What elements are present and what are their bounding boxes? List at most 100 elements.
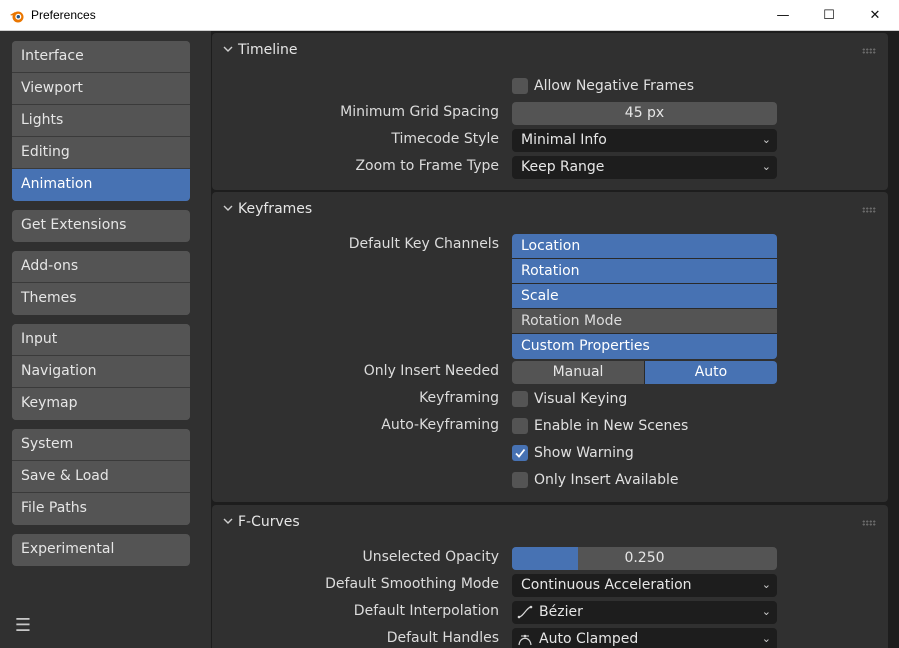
dropdown-value: Continuous Acceleration xyxy=(521,577,692,593)
sidebar-item-interface[interactable]: Interface xyxy=(12,41,190,73)
sidebar: Interface Viewport Lights Editing Animat… xyxy=(0,31,211,648)
chevron-down-icon: ⌄ xyxy=(761,605,771,618)
field-label: Only Insert Needed xyxy=(363,363,499,379)
sidebar-item-navigation[interactable]: Navigation xyxy=(12,356,190,388)
timecode-style-dropdown[interactable]: Minimal Info ⌄ xyxy=(512,129,777,152)
timeline-panel: Timeline Allow Negative Frames Minimum G… xyxy=(212,33,888,190)
channel-custom-properties-toggle[interactable]: Custom Properties xyxy=(512,334,777,359)
field-label: Default Interpolation xyxy=(353,603,499,619)
auto-clamped-handle-icon xyxy=(518,634,532,646)
field-label: Zoom to Frame Type xyxy=(355,158,499,174)
only-insert-available-checkbox[interactable]: Only Insert Available xyxy=(512,470,679,490)
dropdown-value: Auto Clamped xyxy=(539,631,639,647)
field-label: Unselected Opacity xyxy=(362,549,499,565)
channel-rotation-mode-toggle[interactable]: Rotation Mode xyxy=(512,309,777,334)
panel-title: Timeline xyxy=(238,42,298,58)
min-grid-spacing-field[interactable]: 45 px xyxy=(512,102,777,125)
bezier-interpolation-icon xyxy=(517,605,533,619)
blender-logo-icon xyxy=(10,11,24,23)
default-handles-dropdown[interactable]: Auto Clamped ⌄ xyxy=(512,628,777,648)
zoom-to-frame-type-dropdown[interactable]: Keep Range ⌄ xyxy=(512,156,777,179)
title-bar: Preferences — ☐ ✕ xyxy=(0,0,899,31)
field-label: Default Smoothing Mode xyxy=(325,576,499,592)
field-label: Minimum Grid Spacing xyxy=(340,104,499,120)
channel-location-toggle[interactable]: Location xyxy=(512,234,777,259)
sidebar-item-file-paths[interactable]: File Paths xyxy=(12,493,190,525)
sidebar-item-experimental[interactable]: Experimental xyxy=(12,534,190,566)
sidebar-item-animation[interactable]: Animation xyxy=(12,169,190,201)
dropdown-value: Keep Range xyxy=(521,159,605,175)
hamburger-icon[interactable]: ☰ xyxy=(11,613,35,637)
field-label: Auto-Keyframing xyxy=(381,417,499,433)
sidebar-item-add-ons[interactable]: Add-ons xyxy=(12,251,190,283)
fcurves-panel: F-Curves Unselected Opacity 0.250 Defaul… xyxy=(212,505,888,648)
chevron-down-icon xyxy=(223,205,233,211)
show-warning-checkbox[interactable]: Show Warning xyxy=(512,443,634,463)
maximize-button[interactable]: ☐ xyxy=(806,0,852,31)
nav-group-experimental: Experimental xyxy=(12,534,190,566)
drag-grip-icon[interactable] xyxy=(862,520,876,526)
dropdown-value: Bézier xyxy=(539,604,583,620)
checkmark-icon xyxy=(515,448,526,458)
nav-group-general: Interface Viewport Lights Editing Animat… xyxy=(12,41,190,201)
nav-group-addons: Add-ons Themes xyxy=(12,251,190,315)
sidebar-item-viewport[interactable]: Viewport xyxy=(12,73,190,105)
nav-group-input: Input Navigation Keymap xyxy=(12,324,190,420)
allow-negative-frames-checkbox[interactable]: Allow Negative Frames xyxy=(512,76,694,96)
visual-keying-checkbox[interactable]: Visual Keying xyxy=(512,389,627,409)
dropdown-value: Minimal Info xyxy=(521,132,607,148)
panel-title: F-Curves xyxy=(238,514,300,530)
drag-grip-icon[interactable] xyxy=(862,48,876,54)
keyframes-panel-header[interactable]: Keyframes xyxy=(212,192,888,226)
checkbox-box[interactable] xyxy=(512,472,528,488)
chevron-down-icon xyxy=(223,518,233,524)
nav-group-system: System Save & Load File Paths xyxy=(12,429,190,525)
channel-scale-toggle[interactable]: Scale xyxy=(512,284,777,309)
sidebar-item-system[interactable]: System xyxy=(12,429,190,461)
unselected-opacity-slider[interactable]: 0.250 xyxy=(512,547,777,570)
sidebar-item-keymap[interactable]: Keymap xyxy=(12,388,190,420)
chevron-down-icon xyxy=(223,46,233,52)
field-label: Keyframing xyxy=(419,390,499,406)
fcurves-panel-header[interactable]: F-Curves xyxy=(212,505,888,539)
checkbox-label: Visual Keying xyxy=(534,391,628,407)
nav-group-extensions: Get Extensions xyxy=(12,210,190,242)
sidebar-item-lights[interactable]: Lights xyxy=(12,105,190,137)
chevron-down-icon: ⌄ xyxy=(761,160,771,173)
default-smoothing-mode-dropdown[interactable]: Continuous Acceleration ⌄ xyxy=(512,574,777,597)
drag-grip-icon[interactable] xyxy=(862,207,876,213)
only-insert-needed-toggle: Manual Auto xyxy=(512,361,777,384)
minimize-button[interactable]: — xyxy=(760,0,806,31)
panel-title: Keyframes xyxy=(238,201,313,217)
field-label: Timecode Style xyxy=(391,131,499,147)
sidebar-item-input[interactable]: Input xyxy=(12,324,190,356)
keyframes-panel: Keyframes Default Key Channels Location … xyxy=(212,192,888,502)
auto-option[interactable]: Auto xyxy=(644,361,777,384)
checkbox-label: Allow Negative Frames xyxy=(534,78,695,94)
chevron-down-icon: ⌄ xyxy=(761,632,771,645)
chevron-down-icon: ⌄ xyxy=(761,133,771,146)
channel-rotation-toggle[interactable]: Rotation xyxy=(512,259,777,284)
chevron-down-icon: ⌄ xyxy=(761,578,771,591)
sidebar-item-save-load[interactable]: Save & Load xyxy=(12,461,190,493)
sidebar-item-get-extensions[interactable]: Get Extensions xyxy=(12,210,190,242)
timeline-panel-header[interactable]: Timeline xyxy=(212,33,888,67)
sidebar-item-themes[interactable]: Themes xyxy=(12,283,190,315)
checkbox-box[interactable] xyxy=(512,445,528,461)
checkbox-label: Only Insert Available xyxy=(534,472,679,488)
checkbox-label: Enable in New Scenes xyxy=(534,418,689,434)
slider-value: 0.250 xyxy=(624,550,665,566)
enable-in-new-scenes-checkbox[interactable]: Enable in New Scenes xyxy=(512,416,688,436)
field-label: Default Handles xyxy=(386,630,499,646)
sidebar-item-editing[interactable]: Editing xyxy=(12,137,190,169)
checkbox-box[interactable] xyxy=(512,391,528,407)
default-interpolation-dropdown[interactable]: Bézier ⌄ xyxy=(512,601,777,624)
close-button[interactable]: ✕ xyxy=(852,0,898,31)
checkbox-label: Show Warning xyxy=(534,445,634,461)
manual-option[interactable]: Manual xyxy=(512,361,644,384)
checkbox-box[interactable] xyxy=(512,418,528,434)
preferences-main: Timeline Allow Negative Frames Minimum G… xyxy=(211,31,899,648)
field-label: Default Key Channels xyxy=(348,236,499,252)
checkbox-box[interactable] xyxy=(512,78,528,94)
default-key-channels-list: Location Rotation Scale Rotation Mode Cu… xyxy=(512,234,777,359)
